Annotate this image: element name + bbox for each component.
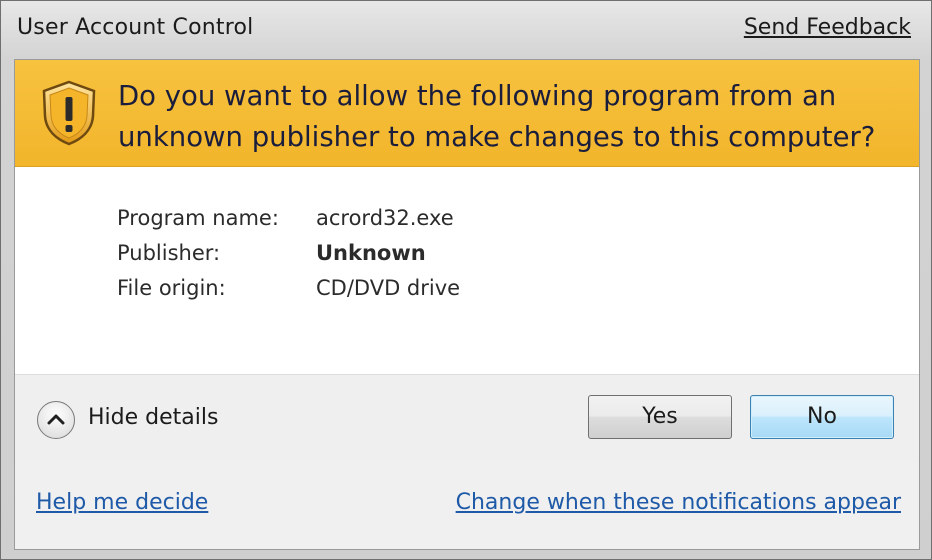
yes-button[interactable]: Yes (588, 395, 732, 439)
footer-links: Help me decide Change when these notific… (15, 461, 919, 549)
publisher-value: Unknown (316, 241, 426, 265)
dialog-content: Do you want to allow the following progr… (14, 59, 920, 550)
send-feedback-link[interactable]: Send Feedback (744, 15, 911, 40)
change-notifications-link[interactable]: Change when these notifications appear (456, 490, 901, 515)
file-origin-label: File origin: (117, 276, 226, 300)
file-origin-value: CD/DVD drive (316, 276, 461, 300)
controls-bar: Hide details Yes No (15, 374, 919, 462)
hide-details-toggle[interactable] (37, 401, 75, 439)
uac-dialog: User Account Control Send Feedback Do yo… (0, 0, 932, 560)
prompt-question: Do you want to allow the following progr… (118, 80, 876, 153)
title-bar: User Account Control Send Feedback (1, 1, 931, 59)
publisher-label: Publisher: (117, 241, 221, 265)
program-name-label: Program name: (117, 206, 279, 230)
hide-details-label[interactable]: Hide details (88, 405, 218, 430)
chevron-up-icon (47, 414, 65, 425)
help-me-decide-link[interactable]: Help me decide (36, 490, 208, 515)
uac-shield-warning-icon (42, 80, 96, 146)
program-name-value: acrord32.exe (316, 206, 454, 230)
window-title: User Account Control (17, 15, 254, 40)
warning-banner: Do you want to allow the following progr… (15, 60, 919, 167)
no-button[interactable]: No (750, 395, 894, 439)
